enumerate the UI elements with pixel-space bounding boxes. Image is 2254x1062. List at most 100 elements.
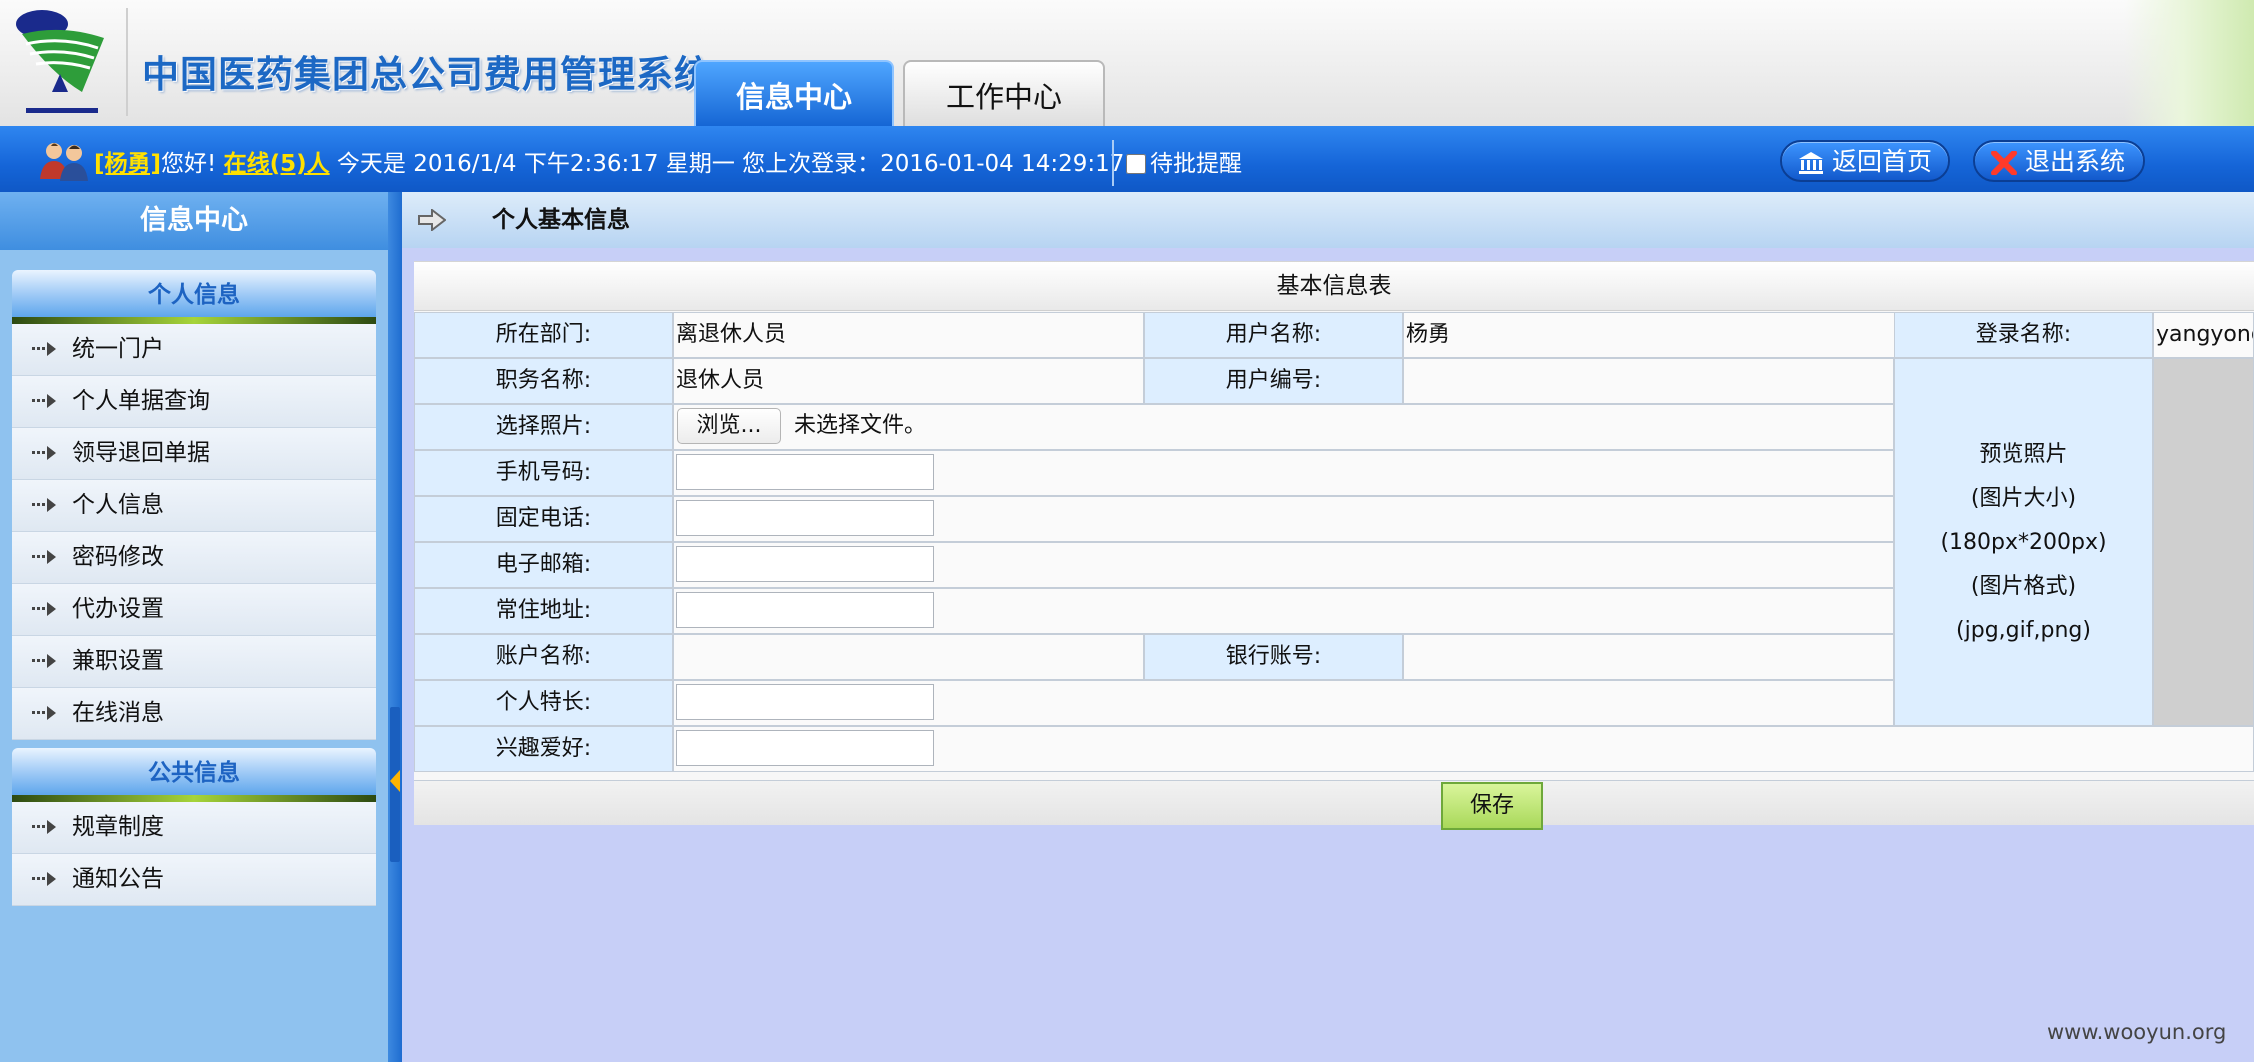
tab-work-center[interactable]: 工作中心	[903, 60, 1105, 126]
specialty-input[interactable]	[676, 684, 934, 720]
sidebar-item-online-messages[interactable]: 在线消息	[12, 688, 376, 740]
user-info-bar: [杨勇]您好! 在线(5)人 今天是 2016/1/4 下午2:36:17 星期…	[0, 126, 2254, 192]
hobby-cell	[673, 726, 2254, 772]
user-code-value	[1403, 358, 1894, 404]
sidebar-item-password[interactable]: 密码修改	[12, 532, 376, 584]
sidebar-item-label: 统一门户	[72, 336, 164, 362]
app-header: 中国医药集团总公司费用管理系统 信息中心 工作中心	[0, 0, 2254, 126]
sidebar-title: 信息中心	[0, 192, 388, 250]
email-cell	[673, 542, 1894, 588]
department-value: 离退休人员	[673, 312, 1144, 358]
tab-info-center[interactable]: 信息中心	[694, 60, 894, 126]
phone-input[interactable]	[676, 500, 934, 536]
sidebar-item-delegate[interactable]: 代办设置	[12, 584, 376, 636]
address-label: 常住地址:	[414, 588, 673, 634]
arrow-right-icon	[418, 209, 446, 231]
specialty-label: 个人特长:	[414, 680, 673, 726]
sidebar-item-personal-info[interactable]: 个人信息	[12, 480, 376, 532]
dotted-arrow-icon	[32, 446, 56, 460]
online-users-link[interactable]: 在线(5)人	[224, 151, 330, 177]
watermark: www.wooyun.org	[2047, 1020, 2227, 1044]
photo-preview-info: 预览照片 (图片大小) (180px*200px) (图片格式) (jpg,gi…	[1894, 358, 2153, 726]
position-value: 退休人员	[673, 358, 1144, 404]
breadcrumb: 个人基本信息	[402, 192, 2254, 248]
email-input[interactable]	[676, 546, 934, 582]
hobby-label: 兴趣爱好:	[414, 726, 673, 772]
sidebar-item-label: 通知公告	[72, 866, 164, 892]
return-home-button[interactable]: 返回首页	[1780, 140, 1950, 182]
bank-icon	[1799, 152, 1823, 174]
photo-select-cell: 浏览... 未选择文件。	[673, 404, 1894, 450]
infobar-divider	[1112, 140, 1114, 186]
login-name-value: yangyong	[2153, 312, 2254, 358]
preview-title: 预览照片	[1979, 442, 2068, 467]
user-code-label: 用户编号:	[1144, 358, 1403, 404]
sidebar-splitter[interactable]	[388, 192, 402, 1062]
sidebar-item-unified-portal[interactable]: 统一门户	[12, 324, 376, 376]
sidebar-item-label: 密码修改	[72, 544, 164, 570]
close-icon	[1991, 151, 2017, 175]
bank-account-value	[1403, 634, 1894, 680]
login-name-label: 登录名称:	[1894, 312, 2153, 358]
sidebar-item-regulations[interactable]: 规章制度	[12, 802, 376, 854]
collapse-arrow-icon[interactable]	[390, 770, 400, 792]
dotted-arrow-icon	[32, 872, 56, 886]
current-datetime: 今天是 2016/1/4 下午2:36:17 星期一	[336, 151, 735, 177]
no-file-text: 未选择文件。	[794, 413, 927, 438]
section-public-info[interactable]: 公共信息	[12, 748, 376, 802]
phone-label: 固定电话:	[414, 496, 673, 542]
mobile-label: 手机号码:	[414, 450, 673, 496]
last-login-text: 您上次登录：2016-01-04 14:29:17	[742, 151, 1125, 177]
section-divider	[12, 317, 376, 324]
email-label: 电子邮箱:	[414, 542, 673, 588]
position-label: 职务名称:	[414, 358, 673, 404]
hobby-input[interactable]	[676, 730, 934, 766]
mobile-cell	[673, 450, 1894, 496]
sidebar-item-returned-docs[interactable]: 领导退回单据	[12, 428, 376, 480]
sidebar-item-label: 兼职设置	[72, 648, 164, 674]
pending-approval-label: 待批提醒	[1150, 151, 1242, 177]
account-name-value	[673, 634, 1144, 680]
dotted-arrow-icon	[32, 654, 56, 668]
sidebar-item-label: 在线消息	[72, 700, 164, 726]
basic-info-form: 基本信息表 所在部门: 离退休人员 用户名称: 杨勇 登录名称: yangyon…	[414, 261, 2254, 830]
section-personal-info[interactable]: 个人信息	[12, 270, 376, 324]
exit-system-label: 退出系统	[2025, 147, 2126, 176]
dotted-arrow-icon	[32, 706, 56, 720]
sidebar-item-label: 代办设置	[72, 596, 164, 622]
header-decoration	[2124, 0, 2254, 126]
save-button[interactable]: 保存	[1441, 782, 1543, 830]
department-label: 所在部门:	[414, 312, 673, 358]
preview-format-value: (jpg,gif,png)	[1956, 618, 2091, 643]
preview-format-label: (图片格式)	[1970, 574, 2077, 599]
bank-account-label: 银行账号:	[1144, 634, 1403, 680]
main-content: 个人基本信息 基本信息表 所在部门: 离退休人员 用户名称: 杨勇 登录名称: …	[402, 192, 2254, 1062]
sidebar-item-notices[interactable]: 通知公告	[12, 854, 376, 906]
dotted-arrow-icon	[32, 394, 56, 408]
mobile-input[interactable]	[676, 454, 934, 490]
welcome-text: [杨勇]您好! 在线(5)人 今天是 2016/1/4 下午2:36:17 星期…	[94, 144, 1124, 178]
exit-system-button[interactable]: 退出系统	[1973, 140, 2145, 182]
dotted-arrow-icon	[32, 342, 56, 356]
specialty-cell	[673, 680, 1894, 726]
dotted-arrow-icon	[32, 820, 56, 834]
photo-preview-image	[2153, 358, 2254, 726]
sidebar-item-label: 个人单据查询	[72, 388, 210, 414]
account-name-label: 账户名称:	[414, 634, 673, 680]
sidebar-item-label: 领导退回单据	[72, 440, 210, 466]
section-personal-info-label: 个人信息	[148, 282, 240, 308]
user-name-link[interactable]: [杨勇]	[94, 151, 161, 177]
preview-size-value: (180px*200px)	[1940, 530, 2107, 555]
sidebar-item-parttime[interactable]: 兼职设置	[12, 636, 376, 688]
address-input[interactable]	[676, 592, 934, 628]
browse-file-button[interactable]: 浏览...	[677, 408, 781, 444]
sidebar-item-personal-docs[interactable]: 个人单据查询	[12, 376, 376, 428]
pending-approval-reminder: 待批提醒	[1126, 144, 1242, 178]
dotted-arrow-icon	[32, 602, 56, 616]
users-icon	[40, 143, 88, 181]
pending-approval-checkbox[interactable]	[1126, 154, 1146, 174]
logo-divider	[126, 8, 128, 116]
username-label: 用户名称:	[1144, 312, 1403, 358]
sidebar-item-label: 个人信息	[72, 492, 164, 518]
address-cell	[673, 588, 1894, 634]
